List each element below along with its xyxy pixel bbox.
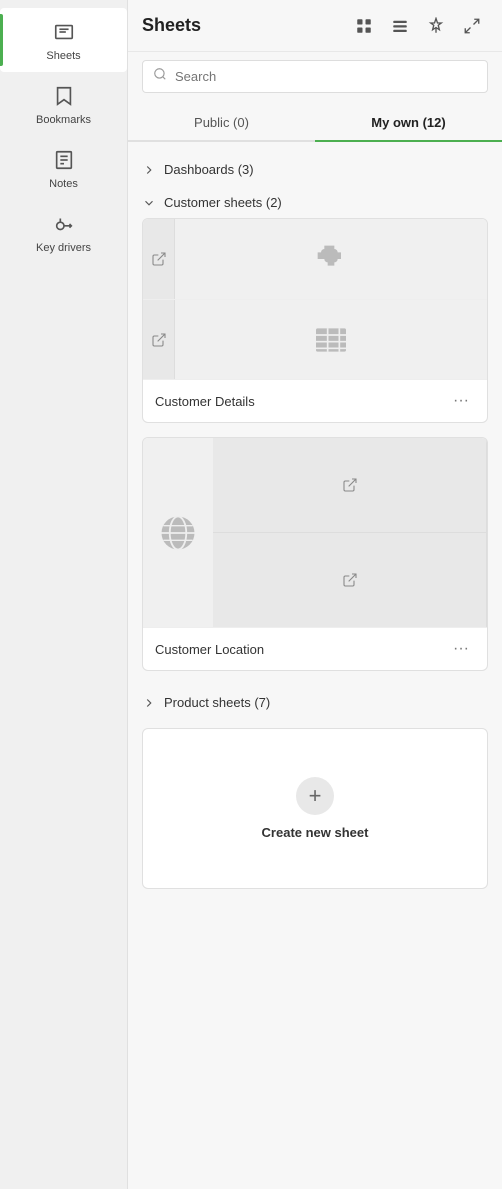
bookmarks-icon [50,82,78,110]
create-new-sheet-button[interactable]: + Create new sheet [142,728,488,889]
loc-side-top [213,438,487,533]
sidebar: Sheets Bookmarks Notes [0,0,128,1189]
tab-public[interactable]: Public (0) [128,105,315,140]
section-customer-sheets-label: Customer sheets (2) [164,195,282,210]
main-content: Sheets [128,0,502,1189]
puzzle-icon [311,239,351,279]
external-link-icon-loc-bottom [342,572,358,588]
section-dashboards-label: Dashboards (3) [164,162,254,177]
customer-details-title: Customer Details [155,394,255,409]
table-icon [311,320,351,360]
sidebar-item-bookmarks-label: Bookmarks [36,114,91,126]
content-area: Dashboards (3) Customer sheets (2) [128,142,502,1189]
key-drivers-icon [50,210,78,238]
sidebar-item-key-drivers[interactable]: Key drivers [0,200,127,264]
section-product-sheets[interactable]: Product sheets (7) [142,685,488,718]
external-link-icon-2 [151,332,167,348]
search-icon [153,67,167,86]
customer-location-more-button[interactable]: ··· [447,638,475,660]
section-customer-sheets[interactable]: Customer sheets (2) [142,185,488,218]
search-input[interactable] [175,69,477,84]
chevron-down-icon [142,196,156,210]
table-preview [175,300,487,379]
puzzle-preview [175,219,487,299]
preview-row-top [143,219,487,299]
list-view-button[interactable] [384,10,416,42]
create-new-sheet-label: Create new sheet [262,825,369,840]
card-customer-location: Customer Location ··· [142,437,488,671]
header-actions [348,10,488,42]
preview-side-icon-1 [143,219,175,299]
grid-view-button[interactable] [348,10,380,42]
external-link-icon [151,251,167,267]
section-product-sheets-label: Product sheets (7) [164,695,270,710]
sidebar-item-bookmarks[interactable]: Bookmarks [0,72,127,136]
tab-my-own[interactable]: My own (12) [315,105,502,140]
customer-details-preview [143,219,487,380]
loc-side-bottom [213,533,487,628]
search-bar [142,60,488,93]
section-dashboards[interactable]: Dashboards (3) [142,152,488,185]
customer-location-preview [143,438,487,628]
globe-icon [156,511,200,555]
expand-button[interactable] [456,10,488,42]
pin-button[interactable] [420,10,452,42]
customer-details-more-button[interactable]: ··· [447,390,475,412]
customer-details-footer: Customer Details ··· [143,380,487,422]
main-header: Sheets [128,0,502,52]
sidebar-item-key-drivers-label: Key drivers [36,242,91,254]
chevron-right-icon [142,163,156,177]
sidebar-item-sheets-label: Sheets [46,50,80,62]
page-title: Sheets [142,15,201,36]
plus-icon: + [296,777,334,815]
customer-location-footer: Customer Location ··· [143,628,487,670]
notes-icon [50,146,78,174]
sheets-icon [50,18,78,46]
chevron-right-icon-2 [142,696,156,710]
sidebar-item-sheets[interactable]: Sheets [0,8,127,72]
sidebar-item-notes-label: Notes [49,178,78,190]
customer-location-title: Customer Location [155,642,264,657]
card-customer-details: Customer Details ··· [142,218,488,423]
tabs: Public (0) My own (12) [128,105,502,142]
sidebar-item-notes[interactable]: Notes [0,136,127,200]
preview-row-bottom [143,299,487,379]
globe-preview [143,438,213,627]
preview-side-icon-2 [143,300,175,379]
external-link-icon-loc-top [342,477,358,493]
